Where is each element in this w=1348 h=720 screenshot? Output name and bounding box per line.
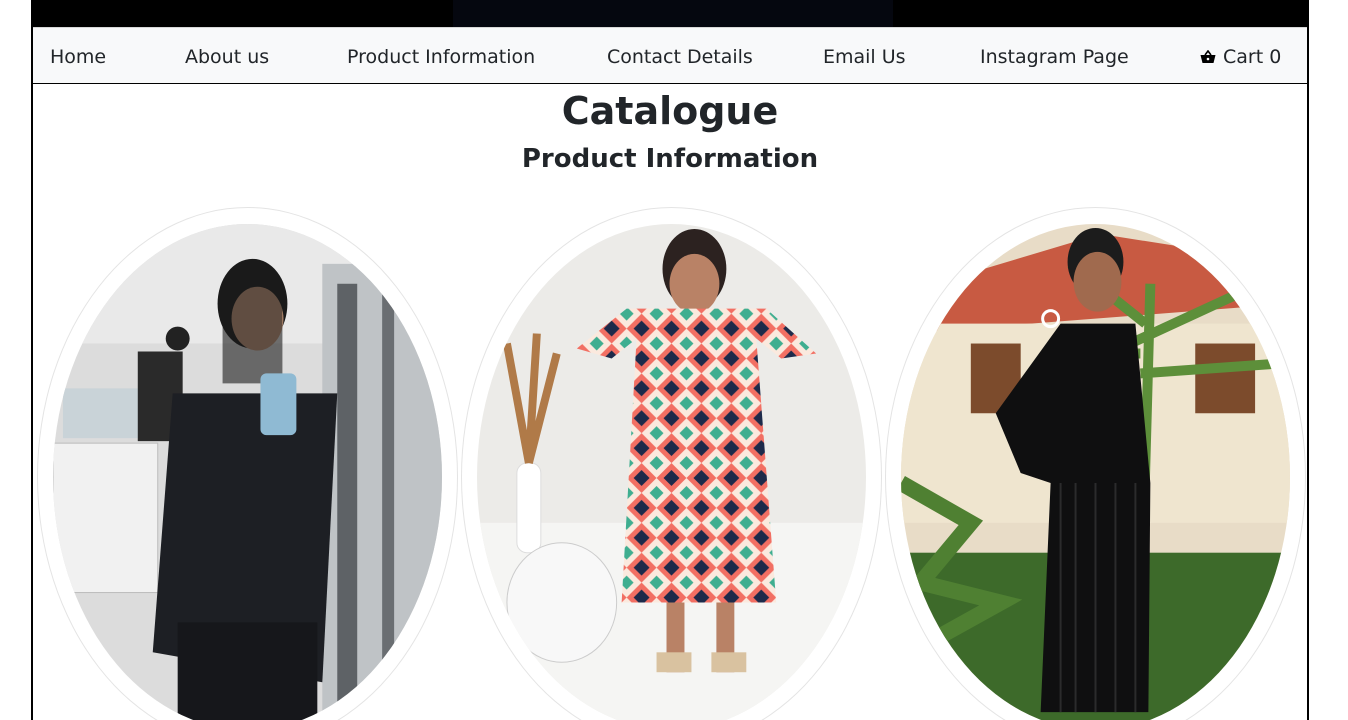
nav-cart-link[interactable]: Cart 0 bbox=[1200, 46, 1281, 68]
nav-product-information-link[interactable]: Product Information bbox=[347, 46, 535, 68]
page-frame: Home About us Product Information Contac… bbox=[31, 0, 1309, 720]
top-banner-strip bbox=[33, 0, 1307, 27]
product-card[interactable] bbox=[461, 207, 882, 720]
nav-email-us-link[interactable]: Email Us bbox=[823, 46, 906, 68]
nav-contact-details-link[interactable]: Contact Details bbox=[607, 46, 753, 68]
nav-about-link[interactable]: About us bbox=[185, 46, 269, 68]
nav-home-link[interactable]: Home bbox=[50, 46, 106, 68]
page-title: Catalogue bbox=[561, 89, 779, 133]
basket-icon bbox=[1200, 50, 1216, 63]
cart-label: Cart 0 bbox=[1223, 46, 1282, 68]
black-blazer-outfit-photo[interactable] bbox=[53, 224, 442, 720]
black-pleated-dress-photo[interactable] bbox=[901, 224, 1290, 720]
product-card[interactable] bbox=[885, 207, 1306, 720]
product-card[interactable] bbox=[37, 207, 458, 720]
page-subtitle: Product Information bbox=[521, 144, 819, 174]
diamond-print-dress-photo[interactable] bbox=[477, 224, 866, 720]
navbar: Home About us Product Information Contac… bbox=[33, 27, 1307, 84]
nav-instagram-link[interactable]: Instagram Page bbox=[980, 46, 1129, 68]
